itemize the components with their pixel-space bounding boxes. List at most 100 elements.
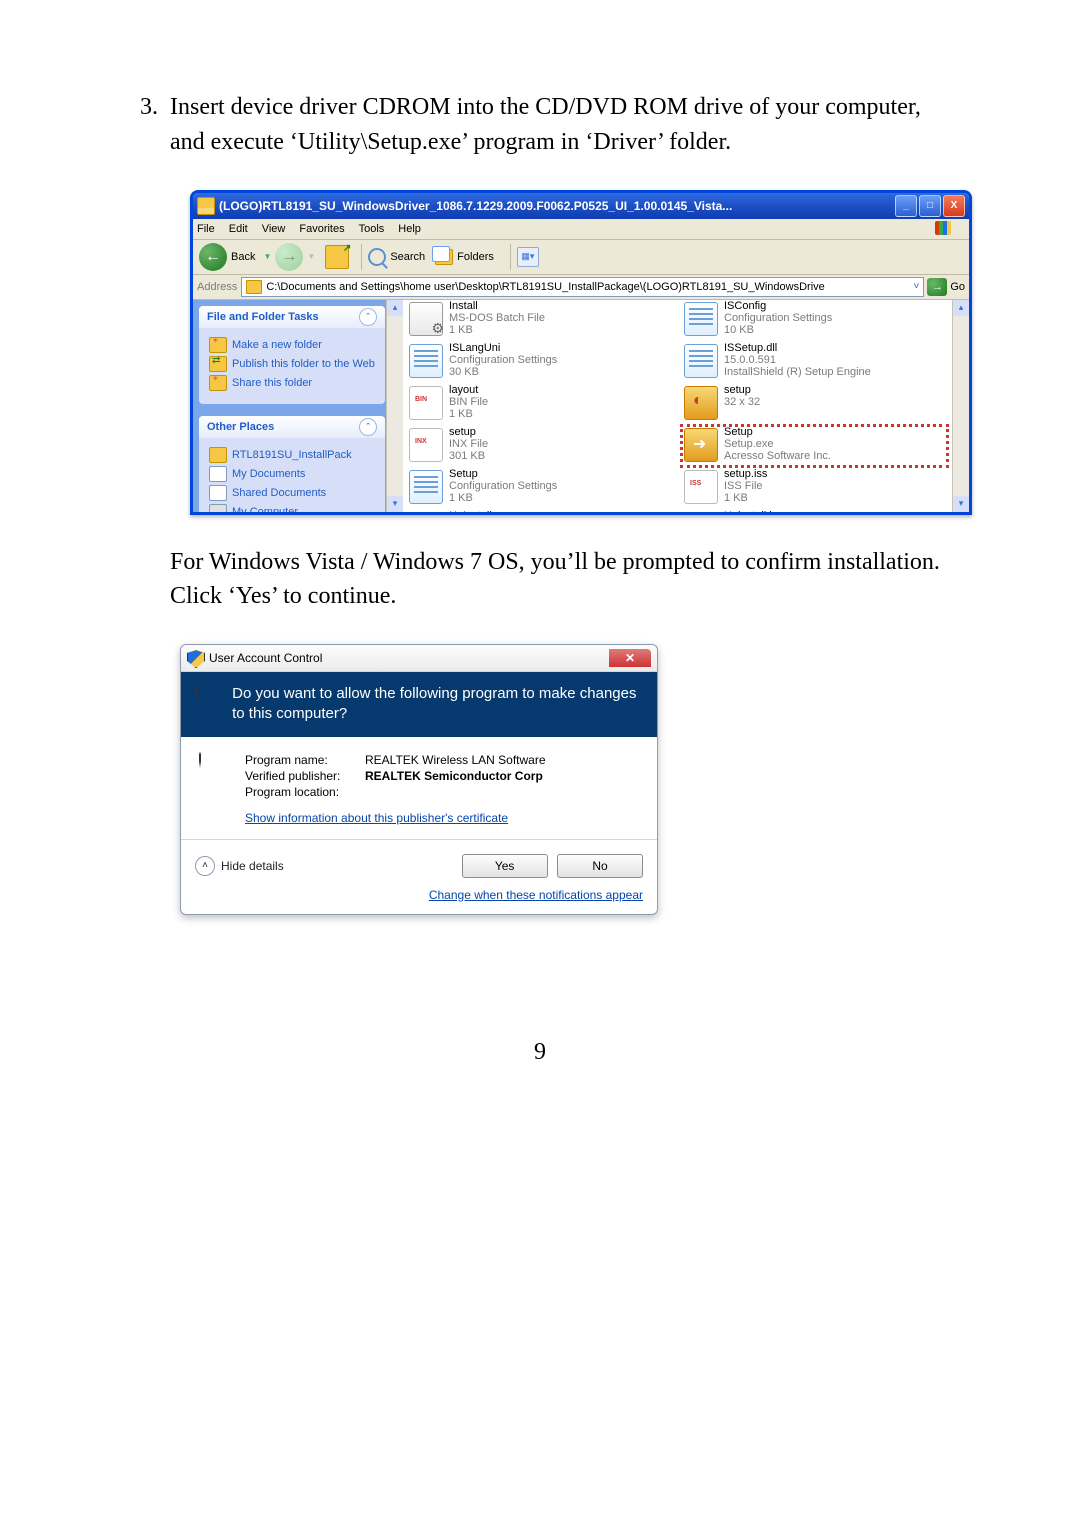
file-size: 1 KB (449, 324, 545, 336)
menu-bar: File Edit View Favorites Tools Help (193, 219, 969, 240)
program-name-value: REALTEK Wireless LAN Software (365, 753, 546, 767)
separator (181, 839, 657, 840)
program-name-label: Program name: (245, 753, 365, 767)
folders-button[interactable]: Folders (435, 249, 494, 265)
location-label: Program location: (245, 785, 365, 799)
share-folder-link[interactable]: Share this folder (209, 375, 375, 391)
menu-help[interactable]: Help (398, 223, 421, 235)
file-name: Setup (449, 468, 557, 480)
scroll-down-icon[interactable]: ▾ (387, 496, 403, 512)
computer-icon (209, 504, 227, 512)
minimize-button[interactable]: _ (895, 195, 917, 217)
back-label[interactable]: Back (231, 251, 255, 263)
menu-favorites[interactable]: Favorites (299, 223, 344, 235)
file-icon (684, 470, 718, 504)
shield-icon (187, 650, 203, 666)
file-item-install[interactable]: InstallMS-DOS Batch File1 KB (407, 300, 676, 340)
page-number: 9 (140, 1035, 940, 1070)
sidebar-item-installpack[interactable]: RTL8191SU_InstallPack (209, 447, 375, 463)
file-name: setup (724, 384, 760, 396)
file-item-setup[interactable]: SetupConfiguration Settings1 KB (407, 468, 676, 508)
file-type: 15.0.0.591 (724, 354, 871, 366)
step-3: 3. Insert device driver CDROM into the C… (140, 90, 940, 160)
file-item-layout[interactable]: layoutBIN File1 KB (407, 384, 676, 424)
collapse-icon[interactable]: ˆ (359, 418, 377, 436)
step-text: Insert device driver CDROM into the CD/D… (170, 90, 940, 160)
scroll-down-icon[interactable]: ▾ (953, 496, 969, 512)
file-size: 1 KB (449, 492, 557, 504)
file-size: 10 KB (724, 324, 832, 336)
search-button[interactable]: Search (368, 248, 425, 266)
file-item-setup[interactable]: setupINX File301 KB (407, 426, 676, 466)
address-input[interactable]: C:\Documents and Settings\home user\Desk… (241, 277, 924, 297)
file-item-uninstall-iss[interactable]: Uninstall.issISS File1 KB (682, 510, 951, 512)
maximize-button[interactable]: □ (919, 195, 941, 217)
folder-icon (209, 447, 227, 463)
yes-button[interactable]: Yes (462, 854, 548, 878)
uac-dialog: User Account Control ✕ Do you want to al… (180, 644, 658, 915)
documents-icon (209, 466, 227, 482)
file-scrollbar[interactable]: ▴ ▾ (952, 300, 969, 512)
views-button[interactable]: ▦▾ (517, 247, 539, 267)
sidebar-scrollbar[interactable]: ▴ ▾ (386, 300, 403, 512)
file-item-issetup-dll[interactable]: ISSetup.dll15.0.0.591InstallShield (R) S… (682, 342, 951, 382)
hide-details-toggle[interactable]: ˄ Hide details (195, 856, 284, 876)
file-name: Install (449, 300, 545, 312)
change-notifications-link[interactable]: Change when these notifications appear (429, 888, 643, 902)
file-icon (409, 470, 443, 504)
file-name: ISLangUni (449, 342, 557, 354)
pane-header[interactable]: Other Places ˆ (199, 416, 385, 438)
up-button[interactable] (325, 245, 349, 269)
file-item-isconfig[interactable]: ISConfigConfiguration Settings10 KB (682, 300, 951, 340)
explorer-sidebar: ▴ ▾ File and Folder Tasks ˆ Make a new f… (193, 300, 403, 512)
uac-question-band: Do you want to allow the following progr… (181, 672, 657, 737)
file-folder-tasks-pane: File and Folder Tasks ˆ Make a new folde… (199, 306, 385, 404)
uac-titlebar[interactable]: User Account Control ✕ (181, 645, 657, 672)
address-label: Address (197, 281, 237, 293)
folder-icon (197, 197, 215, 215)
file-item-uninstall[interactable]: UnInstallMS-DOS Batch File1 KB (407, 510, 676, 512)
file-icon (409, 428, 443, 462)
file-type: ISS File (724, 480, 767, 492)
menu-file[interactable]: File (197, 223, 215, 235)
sidebar-item-mydocs[interactable]: My Documents (209, 466, 375, 482)
certificate-link[interactable]: Show information about this publisher's … (245, 811, 508, 825)
forward-dropdown[interactable]: ▼ (303, 252, 319, 261)
file-item-setup[interactable]: SetupSetup.exeAcresso Software Inc. (682, 426, 951, 466)
file-icon (684, 386, 718, 420)
back-dropdown[interactable]: ▼ (259, 252, 275, 261)
publish-folder-link[interactable]: Publish this folder to the Web (209, 356, 375, 372)
scroll-up-icon[interactable]: ▴ (387, 300, 403, 316)
back-button[interactable]: ← (199, 243, 227, 271)
file-list-area: ▴ ▾ InstallMS-DOS Batch File1 KBISConfig… (403, 300, 969, 512)
file-name: UnInstall (449, 510, 545, 512)
file-item-setup[interactable]: setup32 x 32 (682, 384, 951, 424)
file-icon (409, 302, 443, 336)
menu-edit[interactable]: Edit (229, 223, 248, 235)
menu-view[interactable]: View (262, 223, 286, 235)
address-dropdown-icon[interactable]: ˅ (909, 281, 919, 292)
file-item-islanguni[interactable]: ISLangUniConfiguration Settings30 KB (407, 342, 676, 382)
file-name: setup.iss (724, 468, 767, 480)
go-button-icon[interactable]: → (927, 278, 947, 296)
menu-tools[interactable]: Tools (359, 223, 385, 235)
uac-question: Do you want to allow the following progr… (232, 684, 643, 725)
explorer-window: (LOGO)RTL8191_SU_WindowsDriver_1086.7.12… (190, 190, 972, 515)
forward-button[interactable]: → (275, 243, 303, 271)
file-item-setup-iss[interactable]: setup.issISS File1 KB (682, 468, 951, 508)
windows-flag-icon (935, 221, 951, 235)
toolbar-separator-2 (510, 244, 511, 270)
make-new-folder-link[interactable]: Make a new folder (209, 337, 375, 353)
sidebar-item-mycomputer[interactable]: My Computer (209, 504, 375, 512)
close-button[interactable]: ✕ (609, 649, 651, 667)
file-icon (409, 386, 443, 420)
close-button[interactable]: X (943, 195, 965, 217)
scroll-up-icon[interactable]: ▴ (953, 300, 969, 316)
publish-icon (209, 356, 227, 372)
explorer-titlebar[interactable]: (LOGO)RTL8191_SU_WindowsDriver_1086.7.12… (193, 193, 969, 219)
no-button[interactable]: No (557, 854, 643, 878)
pane-header[interactable]: File and Folder Tasks ˆ (199, 306, 385, 328)
go-label[interactable]: Go (950, 281, 965, 293)
collapse-icon[interactable]: ˆ (359, 308, 377, 326)
sidebar-item-shared[interactable]: Shared Documents (209, 485, 375, 501)
